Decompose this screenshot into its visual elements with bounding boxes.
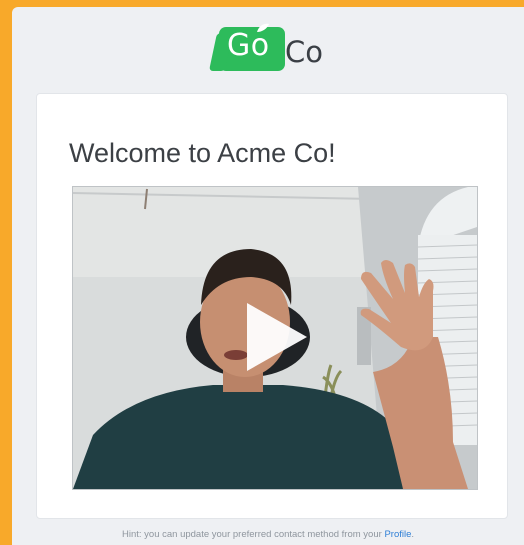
goco-logo[interactable]: Go Co — [219, 23, 339, 74]
hint-period: . — [411, 529, 415, 540]
contact-hint: Hint: you can update your preferred cont… — [12, 529, 524, 540]
welcome-video[interactable] — [72, 186, 478, 490]
page-title: Welcome to Acme Co! — [69, 138, 336, 168]
page-background: Go Co Welcome to Acme Co! Hint: you can … — [12, 7, 524, 545]
logo-co-text: Co — [285, 35, 323, 69]
play-icon[interactable] — [245, 301, 309, 373]
profile-link[interactable]: Profile — [384, 529, 411, 540]
hint-text: Hint: you can update your preferred cont… — [121, 529, 382, 540]
welcome-card: Welcome to Acme Co! — [36, 93, 508, 519]
leaf-icon — [257, 23, 269, 32]
